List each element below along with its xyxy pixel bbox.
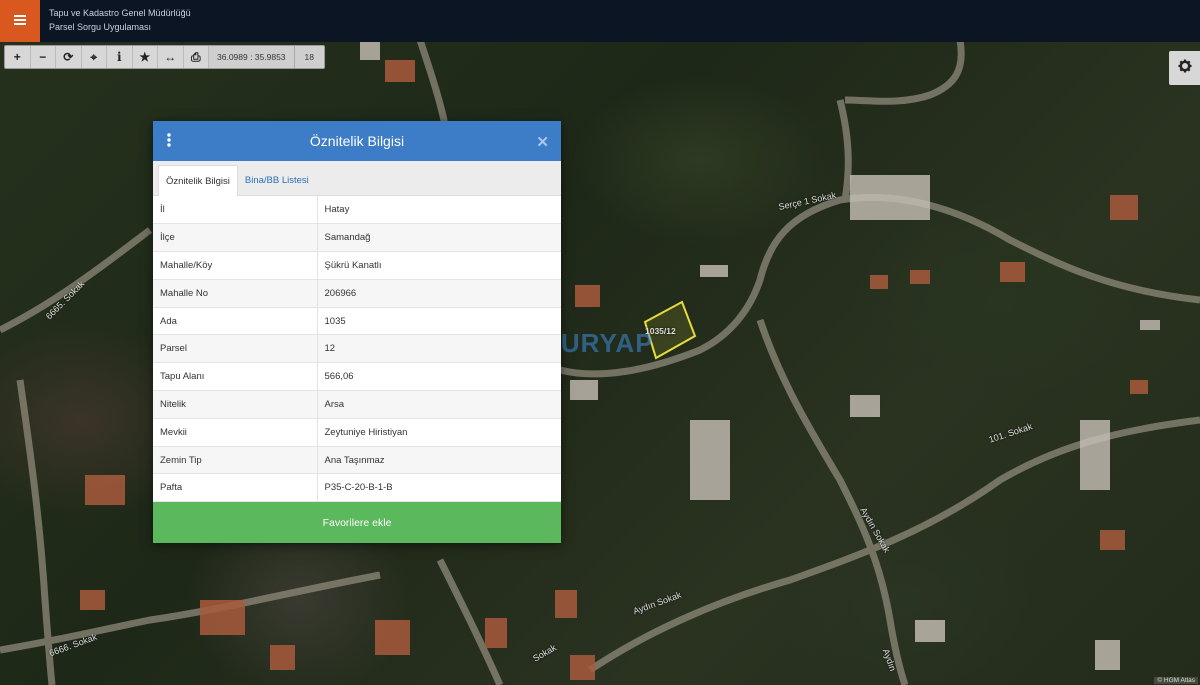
header-titles: Tapu ve Kadastro Genel Müdürlüğü Parsel … bbox=[49, 6, 191, 34]
table-row: Ada 1035 bbox=[153, 307, 561, 336]
dialog-header: Öznitelik Bilgisi ✕ bbox=[153, 121, 561, 161]
row-key: İlçe bbox=[153, 223, 318, 253]
refresh-icon: ⟳ bbox=[63, 50, 74, 64]
menu-button[interactable] bbox=[0, 0, 40, 42]
row-value: Hatay bbox=[317, 196, 561, 225]
row-key: Nitelik bbox=[153, 390, 318, 419]
row-value: Zeytuniye Hiristiyan bbox=[317, 418, 561, 447]
attribute-table: İl Hatay İlçe Samandağ Mahalle/Köy Şükrü Ka… bbox=[153, 196, 561, 503]
table-row: Mahalle No 206966 bbox=[153, 279, 561, 308]
settings-button[interactable] bbox=[1169, 51, 1200, 85]
plus-icon: + bbox=[13, 50, 21, 64]
row-value: P35-C-20-B-1-B bbox=[317, 473, 561, 503]
measure-icon: ↔ bbox=[164, 50, 177, 64]
zoom-level: 18 bbox=[294, 46, 325, 68]
measure-button[interactable]: ↔ bbox=[158, 46, 184, 68]
table-row: Pafta P35-C-20-B-1-B bbox=[153, 473, 561, 503]
row-value: Arsa bbox=[317, 390, 561, 419]
zoom-out-button[interactable]: − bbox=[31, 46, 56, 68]
table-row: İlçe Samandağ bbox=[153, 223, 561, 253]
row-value: Ana Taşınmaz bbox=[317, 446, 561, 475]
app-name: Parsel Sorgu Uygulaması bbox=[49, 22, 152, 32]
add-favorite-button[interactable]: Favorilere ekle bbox=[153, 502, 561, 543]
table-row: Parsel 12 bbox=[153, 334, 561, 364]
row-value: Şükrü Kanatlı bbox=[317, 251, 561, 280]
zoom-in-button[interactable]: + bbox=[5, 46, 31, 68]
table-row: İl Hatay bbox=[153, 196, 561, 225]
print-icon: ⎙ bbox=[190, 49, 201, 64]
table-row: Mahalle/Köy Şükrü Kanatlı bbox=[153, 251, 561, 280]
row-key: Mahalle/Köy bbox=[153, 251, 318, 280]
row-value: 566,06 bbox=[317, 362, 561, 392]
attribute-dialog: Öznitelik Bilgisi ✕ Öznitelik Bilgisi Bi… bbox=[153, 121, 561, 543]
close-icon[interactable]: ✕ bbox=[536, 133, 549, 151]
coordinate-readout: 36.0989 : 35.9853 bbox=[209, 46, 295, 68]
app-header: Tapu ve Kadastro Genel Müdürlüğü Parsel … bbox=[0, 0, 1200, 42]
tab-attributes[interactable]: Öznitelik Bilgisi bbox=[158, 165, 238, 196]
favorite-button[interactable]: ★ bbox=[133, 46, 158, 68]
row-key: Mahalle No bbox=[153, 279, 318, 308]
row-key: Pafta bbox=[153, 473, 318, 503]
row-key: Tapu Alanı bbox=[153, 362, 318, 392]
table-row: Zemin Tip Ana Taşınmaz bbox=[153, 446, 561, 475]
table-row: Mevkii Zeytuniye Hiristiyan bbox=[153, 418, 561, 447]
row-key: Zemin Tip bbox=[153, 446, 318, 475]
locate-button[interactable]: ⌖ bbox=[82, 46, 107, 68]
row-value: Samandağ bbox=[317, 223, 561, 253]
row-value: 206966 bbox=[317, 279, 561, 308]
agency-name: Tapu ve Kadastro Genel Müdürlüğü bbox=[49, 8, 191, 18]
dialog-title: Öznitelik Bilgisi bbox=[309, 133, 405, 149]
minus-icon: − bbox=[39, 50, 47, 64]
dialog-tabs: Öznitelik Bilgisi Bina/BB Listesi bbox=[153, 161, 561, 196]
hamburger-icon bbox=[14, 12, 26, 30]
row-key: İl bbox=[153, 196, 318, 225]
map-toolbar: + − ⟳ ⌖ i ★ ↔ ⎙ 36.0989 : 35.9853 18 bbox=[4, 45, 326, 69]
row-key: Parsel bbox=[153, 334, 318, 364]
print-button[interactable]: ⎙ bbox=[184, 46, 209, 68]
crosshair-icon: ⌖ bbox=[90, 49, 98, 64]
star-icon: ★ bbox=[139, 50, 151, 64]
kebab-menu-icon[interactable] bbox=[167, 133, 177, 149]
table-row: Tapu Alanı 566,06 bbox=[153, 362, 561, 392]
row-value: 12 bbox=[317, 334, 561, 364]
map-attribution: © HGM Atlas bbox=[1154, 677, 1198, 684]
row-value: 1035 bbox=[317, 307, 561, 336]
info-icon: i bbox=[116, 50, 122, 64]
row-key: Ada bbox=[153, 307, 318, 336]
row-key: Mevkii bbox=[153, 418, 318, 447]
table-row: Nitelik Arsa bbox=[153, 390, 561, 419]
gear-icon bbox=[1178, 59, 1192, 78]
tab-buildings[interactable]: Bina/BB Listesi bbox=[238, 165, 316, 196]
refresh-button[interactable]: ⟳ bbox=[56, 46, 82, 68]
info-button[interactable]: i bbox=[107, 46, 133, 68]
